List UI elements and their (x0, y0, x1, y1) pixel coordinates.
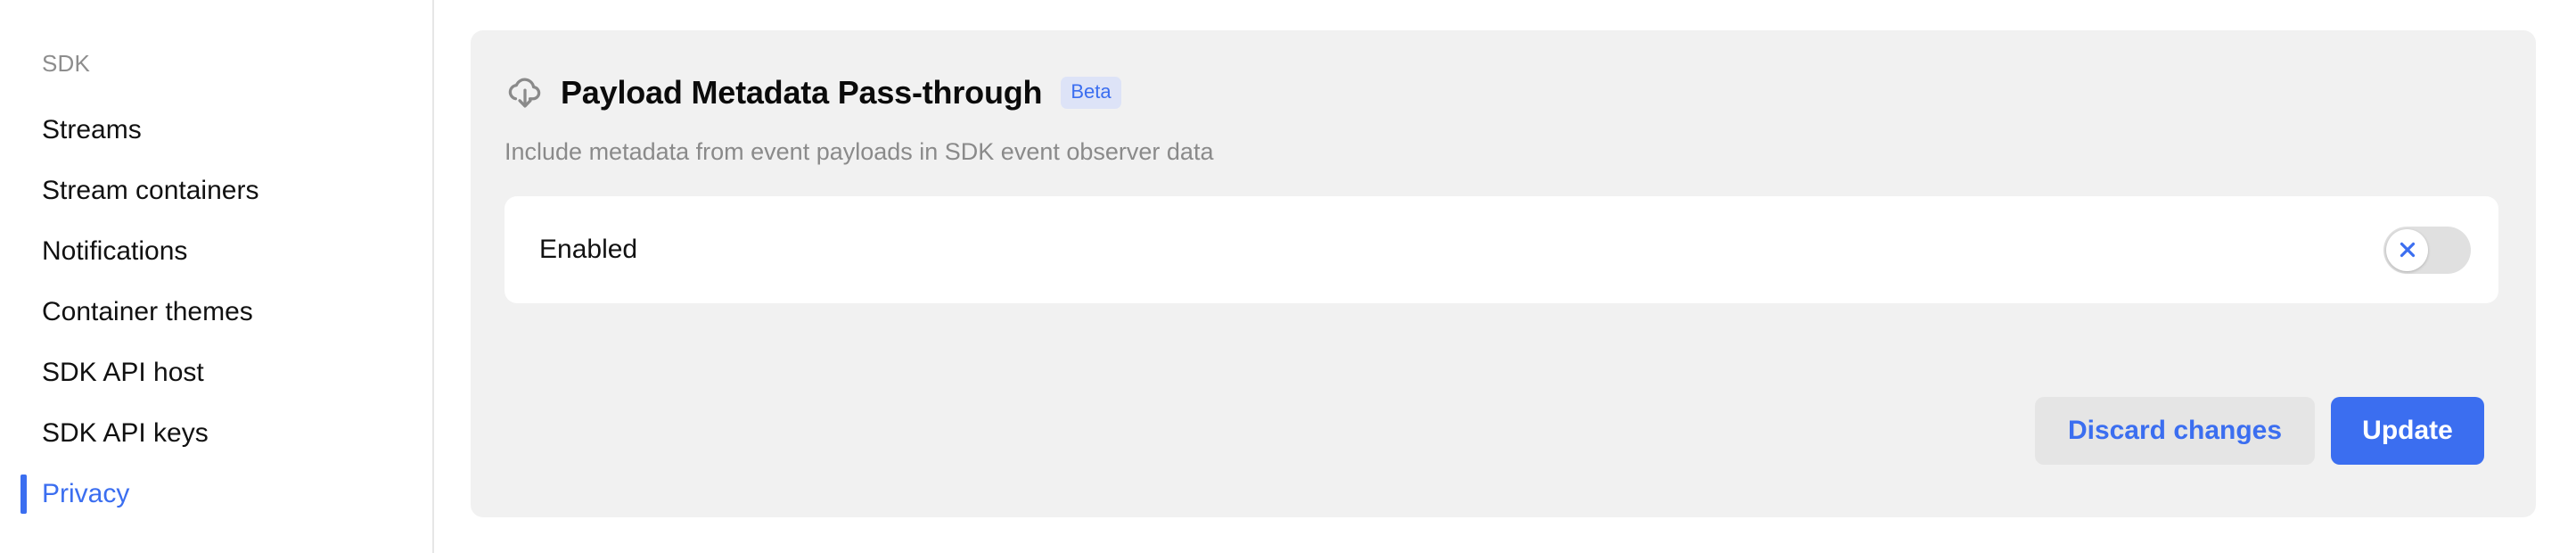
close-x-icon (2400, 242, 2415, 258)
cloud-download-icon (505, 72, 546, 113)
card-title: Payload Metadata Pass-through (561, 74, 1043, 111)
discard-changes-button[interactable]: Discard changes (2035, 397, 2315, 465)
sidebar: SDK Streams Stream containers Notificati… (0, 0, 434, 553)
sidebar-item-label: Notifications (42, 236, 188, 266)
enabled-setting-label: Enabled (539, 235, 638, 264)
sidebar-item-streams[interactable]: Streams (0, 100, 432, 161)
sidebar-item-privacy[interactable]: Privacy (0, 464, 432, 524)
main-content: Payload Metadata Pass-through Beta Inclu… (434, 0, 2576, 553)
sidebar-nav-list: Streams Stream containers Notifications … (0, 100, 432, 524)
sidebar-item-label: SDK API host (42, 358, 204, 387)
active-indicator-bar (21, 475, 27, 514)
update-button[interactable]: Update (2331, 397, 2484, 465)
beta-badge: Beta (1061, 77, 1121, 109)
sidebar-item-container-themes[interactable]: Container themes (0, 282, 432, 343)
sidebar-section-label: SDK (42, 50, 91, 77)
card-subtitle: Include metadata from event payloads in … (505, 138, 1214, 165)
toggle-knob (2386, 228, 2428, 271)
settings-page: SDK Streams Stream containers Notificati… (0, 0, 2576, 553)
card-header: Payload Metadata Pass-through Beta (505, 69, 2499, 117)
sidebar-item-label: SDK API keys (42, 418, 209, 448)
payload-metadata-card: Payload Metadata Pass-through Beta Inclu… (471, 30, 2536, 517)
sidebar-item-label: Stream containers (42, 176, 259, 205)
enabled-setting-row: Enabled (505, 196, 2498, 303)
sidebar-item-sdk-api-host[interactable]: SDK API host (0, 343, 432, 403)
card-action-buttons: Discard changes Update (2035, 397, 2484, 465)
sidebar-item-label: Privacy (42, 479, 130, 508)
sidebar-item-stream-containers[interactable]: Stream containers (0, 161, 432, 221)
sidebar-item-notifications[interactable]: Notifications (0, 221, 432, 282)
enabled-toggle-switch[interactable] (2383, 226, 2471, 274)
sidebar-item-sdk-api-keys[interactable]: SDK API keys (0, 403, 432, 464)
sidebar-item-label: Streams (42, 115, 142, 144)
sidebar-item-label: Container themes (42, 297, 253, 326)
